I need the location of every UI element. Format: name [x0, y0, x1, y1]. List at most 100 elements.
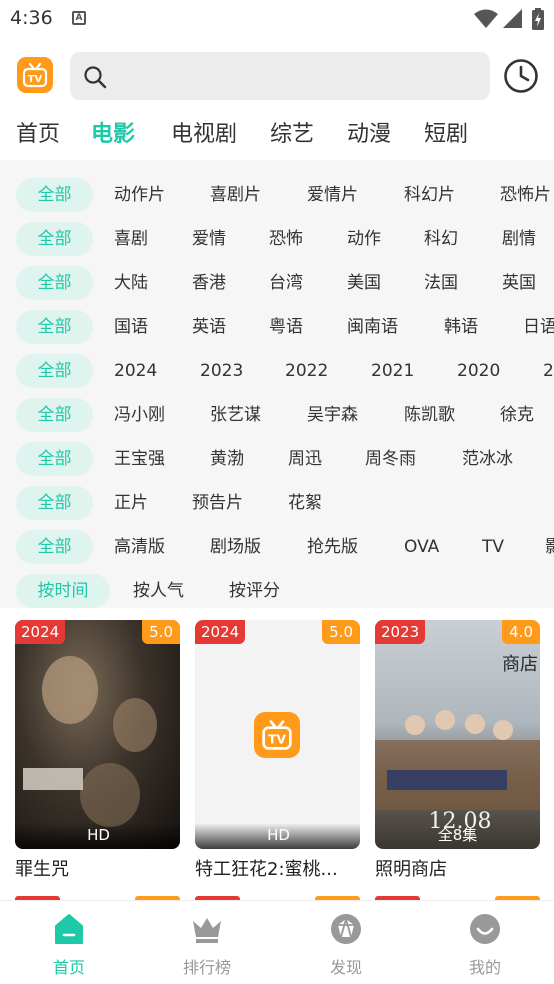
filter-chip[interactable]: 香港	[192, 266, 226, 300]
filter-chip[interactable]: 剧情	[502, 222, 536, 256]
filter-chip[interactable]: 2024	[114, 354, 157, 388]
sort-by-time-chip[interactable]: 按时间	[16, 574, 110, 608]
filter-chip[interactable]: 2	[543, 354, 554, 388]
header: TV	[0, 38, 554, 110]
filter-chip[interactable]: 2021	[371, 354, 414, 388]
tab-movies[interactable]: 电影	[91, 116, 135, 148]
filter-chip[interactable]: 科幻	[424, 222, 458, 256]
filter-chip[interactable]: OVA	[404, 530, 439, 564]
placeholder-logo: TV	[254, 712, 300, 758]
filter-chip[interactable]: 张艺谋	[210, 398, 261, 432]
filter-chip-all[interactable]: 全部	[16, 222, 93, 256]
poster-artwork	[23, 656, 157, 827]
filter-chip[interactable]: 陈凯歌	[404, 398, 455, 432]
smile-icon	[470, 914, 500, 944]
nav-home[interactable]: 首页	[14, 901, 124, 984]
nav-profile-label: 我的	[468, 958, 501, 977]
episode-badge: 全8集	[437, 826, 478, 844]
filter-chip[interactable]: 正片	[114, 486, 148, 520]
filter-chip[interactable]: 预告片	[192, 486, 243, 520]
tab-variety[interactable]: 综艺	[270, 116, 314, 148]
year-badge: 2024	[15, 620, 66, 644]
filter-chip[interactable]: 韩语	[444, 310, 478, 344]
filter-chip[interactable]: 冯小刚	[114, 398, 165, 432]
filter-chip[interactable]: 王宝强	[114, 442, 165, 476]
filter-chip[interactable]: 吴宇森	[307, 398, 358, 432]
filter-chip[interactable]: 徐克	[500, 398, 534, 432]
filter-chip-all[interactable]: 全部	[16, 486, 93, 520]
status-bar: 4:36 A	[0, 0, 554, 38]
app-logo[interactable]: TV	[17, 57, 53, 93]
movie-poster[interactable]: 商店 12.08 2023 4.0 全8集	[375, 620, 540, 849]
sort-by-rating-chip[interactable]: 按评分	[229, 574, 280, 608]
filter-chip-all[interactable]: 全部	[16, 354, 93, 388]
filter-chip[interactable]: 花絮	[288, 486, 322, 520]
filter-chip-all[interactable]: 全部	[16, 530, 93, 564]
filter-chip-all[interactable]: 全部	[16, 310, 93, 344]
filter-chip[interactable]: 国语	[114, 310, 148, 344]
filter-chip[interactable]: 剧场版	[210, 530, 261, 564]
filter-chip[interactable]: 喜剧片	[210, 178, 261, 212]
filter-chip[interactable]: 科幻片	[404, 178, 455, 212]
movie-poster[interactable]: 2024 5.0 HD	[15, 620, 180, 849]
wifi-icon	[474, 9, 498, 28]
sort-by-popularity-chip[interactable]: 按人气	[133, 574, 184, 608]
nav-discover[interactable]: 发现	[291, 901, 401, 984]
filter-chip[interactable]: 2023	[200, 354, 243, 388]
movie-card[interactable]: 商店 12.08 2023 4.0 全8集 照明商店	[375, 620, 540, 881]
filter-chip[interactable]: 动作片	[114, 178, 165, 212]
filter-chip[interactable]: 台湾	[269, 266, 303, 300]
filter-chip[interactable]: 动作	[347, 222, 381, 256]
filter-chip[interactable]: 抢先版	[307, 530, 358, 564]
filter-row-year: 全部 2024 2023 2022 2021 2020 2	[0, 348, 554, 392]
filter-chip[interactable]: 黄渤	[210, 442, 244, 476]
filter-chip[interactable]: 粤语	[269, 310, 303, 344]
search-bar[interactable]	[70, 52, 490, 100]
tab-home[interactable]: 首页	[16, 116, 60, 148]
history-icon[interactable]	[503, 58, 539, 94]
quality-badge: HD	[15, 823, 180, 849]
svg-text:TV: TV	[28, 74, 43, 85]
filter-chip[interactable]: 恐怖	[269, 222, 303, 256]
filter-chip[interactable]: 周冬雨	[365, 442, 416, 476]
filter-chip[interactable]: 大陆	[114, 266, 148, 300]
filter-chip[interactable]: 喜剧	[114, 222, 148, 256]
filter-chip-all[interactable]: 全部	[16, 266, 93, 300]
filter-chip[interactable]: TV	[482, 530, 504, 564]
filter-chip[interactable]: 英语	[192, 310, 226, 344]
filter-chip[interactable]: 闽南语	[347, 310, 398, 344]
tab-short-drama[interactable]: 短剧	[424, 116, 468, 148]
filter-chip-all[interactable]: 全部	[16, 398, 93, 432]
sort-row: 按时间 按人气 按评分	[0, 568, 554, 608]
filter-row-genre: 全部 动作片 喜剧片 爱情片 科幻片 恐怖片	[0, 172, 554, 216]
movie-title[interactable]: 照明商店	[375, 855, 540, 881]
movie-card[interactable]: 2024 5.0 HD 罪生咒	[15, 620, 180, 881]
notification-icon: A	[72, 11, 86, 25]
search-input[interactable]	[118, 52, 478, 100]
filter-chip[interactable]: 影	[545, 530, 554, 564]
filter-chip[interactable]: 2020	[457, 354, 500, 388]
filter-chip[interactable]: 范冰冰	[462, 442, 513, 476]
movie-poster-placeholder[interactable]: TV 2024 5.0 HD	[195, 620, 360, 849]
movie-title[interactable]: 罪生咒	[15, 855, 180, 881]
filter-chip[interactable]: 爱情	[192, 222, 226, 256]
filter-chip[interactable]: 美国	[347, 266, 381, 300]
nav-ranking[interactable]: 排行榜	[152, 901, 262, 984]
nav-profile[interactable]: 我的	[430, 901, 540, 984]
movie-title[interactable]: 特工狂花2:蜜桃...	[195, 855, 360, 881]
tab-anime[interactable]: 动漫	[347, 116, 391, 148]
filter-chip[interactable]: 高清版	[114, 530, 165, 564]
filter-chip[interactable]: 周迅	[288, 442, 322, 476]
filter-chip[interactable]: 英国	[502, 266, 536, 300]
filter-chip-all[interactable]: 全部	[16, 178, 93, 212]
filter-chip[interactable]: 恐怖片	[500, 178, 551, 212]
filter-chip[interactable]: 日语	[523, 310, 554, 344]
filter-chip[interactable]: 法国	[424, 266, 458, 300]
movie-card[interactable]: TV 2024 5.0 HD 特工狂花2:蜜桃...	[195, 620, 360, 881]
tab-tv-series[interactable]: 电视剧	[171, 116, 237, 148]
filter-chip[interactable]: 2022	[285, 354, 328, 388]
filter-chip[interactable]: 爱情片	[307, 178, 358, 212]
signal-icon	[503, 9, 522, 28]
filter-panel: 全部 动作片 喜剧片 爱情片 科幻片 恐怖片 全部 喜剧 爱情 恐怖 动作 科幻…	[0, 160, 554, 608]
filter-chip-all[interactable]: 全部	[16, 442, 93, 476]
